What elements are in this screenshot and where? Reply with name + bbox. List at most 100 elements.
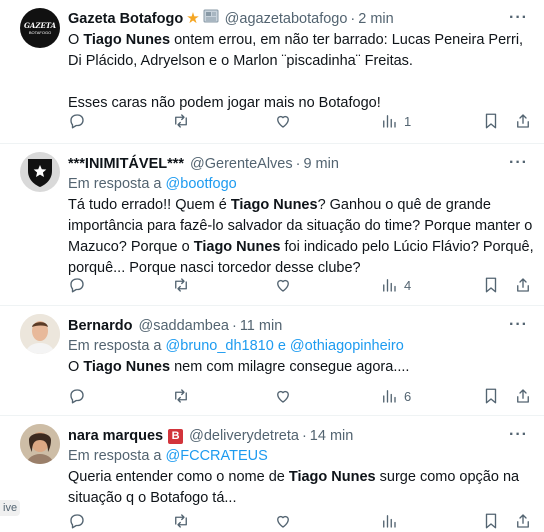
action-bar: 4 <box>68 276 534 296</box>
author-handle[interactable]: @GerenteAlves <box>190 154 293 174</box>
views-button[interactable]: 6 <box>380 387 411 405</box>
timestamp[interactable]: 9 min <box>303 154 338 174</box>
bookmark-button[interactable] <box>482 512 500 530</box>
highlighted-term: Tiago Nunes <box>230 197 318 213</box>
author-name[interactable]: nara marques <box>68 426 163 446</box>
retweet-button[interactable] <box>172 387 190 405</box>
author-name[interactable]: Bernardo <box>68 316 132 336</box>
share-button[interactable] <box>514 387 532 405</box>
bookmark-button[interactable] <box>482 112 500 130</box>
tweet-gazeta-botafogo[interactable]: GAZETA BOTAFOGO Gazeta Botafogo ★ @agaze… <box>0 0 544 144</box>
tweet-paragraph: O Tiago Nunes nem com milagre consegue a… <box>68 357 534 378</box>
separator-dot: · <box>350 11 356 27</box>
more-options-icon[interactable]: ··· <box>509 316 528 334</box>
timestamp[interactable]: 2 min <box>358 9 393 29</box>
retweet-button[interactable] <box>172 512 190 530</box>
tweet-nara-marques[interactable]: nara marques B @deliverydetreta · 14 min… <box>0 416 544 529</box>
views-button[interactable] <box>380 512 398 530</box>
reply-prefix: Em resposta a <box>68 176 162 192</box>
tweet-inimitavel[interactable]: ***INIMITÁVEL*** @GerenteAlves · 9 min ·… <box>0 144 544 306</box>
tweet-text: Tá tudo errado!! Quem é Tiago Nunes? Gan… <box>68 195 534 279</box>
reply-button[interactable] <box>68 112 86 130</box>
retweet-button[interactable] <box>172 276 190 294</box>
more-options-icon[interactable]: ··· <box>509 426 528 444</box>
tweet-bernardo[interactable]: Bernardo @saddambea · 11 min ··· Em resp… <box>0 306 544 416</box>
text-segment: Queria entender como o nome de <box>68 469 289 485</box>
share-button[interactable] <box>514 512 532 530</box>
author-name[interactable]: ***INIMITÁVEL*** <box>68 154 184 174</box>
highlighted-term: Tiago Nunes <box>193 239 281 255</box>
timestamp[interactable]: 11 min <box>240 316 282 336</box>
author-name[interactable]: Gazeta Botafogo <box>68 9 183 29</box>
tweet-paragraph: Tá tudo errado!! Quem é Tiago Nunes? Gan… <box>68 195 534 279</box>
reply-context: Em resposta a @bruno_dh1810 e @othiagopi… <box>68 336 404 356</box>
retweet-button[interactable] <box>172 112 190 130</box>
views-icon <box>383 115 396 128</box>
share-button[interactable] <box>514 276 532 294</box>
views-icon <box>383 279 396 292</box>
bookmark-button[interactable] <box>482 276 500 294</box>
botafogo-shield-icon <box>28 159 52 187</box>
like-button[interactable] <box>274 512 292 530</box>
avatar[interactable] <box>20 424 60 464</box>
action-bar: 6 <box>68 387 534 407</box>
reply-context: Em resposta a @bootfogo <box>68 174 237 194</box>
reply-button[interactable] <box>68 276 86 294</box>
text-segment: nem com milagre consegue agora.... <box>170 359 410 375</box>
timestamp[interactable]: 14 min <box>310 426 354 446</box>
edge-tab-label[interactable]: ive <box>0 500 21 516</box>
tweet-text: O Tiago Nunes nem com milagre consegue a… <box>68 357 534 378</box>
like-icon <box>277 515 289 528</box>
author-handle[interactable]: @agazetabotafogo <box>225 9 348 29</box>
highlighted-term: Tiago Nunes <box>83 32 171 48</box>
share-button[interactable] <box>514 112 532 130</box>
action-bar: 1 <box>68 112 534 132</box>
text-segment: O <box>68 32 84 48</box>
tweet-text: Queria entender como o nome de Tiago Nun… <box>68 467 534 509</box>
more-options-icon[interactable]: ··· <box>509 154 528 172</box>
views-button[interactable]: 1 <box>380 112 411 130</box>
reply-to-link[interactable]: @bruno_dh1810 e @othiagopinheiro <box>166 338 404 354</box>
reply-to-link[interactable]: @FCCRATEUS <box>166 448 268 464</box>
bookmark-icon <box>485 513 497 529</box>
avatar[interactable]: GAZETA BOTAFOGO <box>20 8 60 48</box>
reply-prefix: Em resposta a <box>68 338 162 354</box>
like-icon <box>277 390 289 403</box>
reply-icon <box>70 514 84 529</box>
like-button[interactable] <box>274 276 292 294</box>
like-button[interactable] <box>274 387 292 405</box>
highlighted-term: Tiago Nunes <box>83 359 171 375</box>
avatar-logo-text: GAZETA <box>23 20 57 30</box>
reply-icon <box>70 278 84 293</box>
retweet-icon <box>175 514 187 528</box>
reply-button[interactable] <box>68 387 86 405</box>
avatar[interactable] <box>20 314 60 354</box>
views-icon <box>383 390 396 403</box>
separator-dot: · <box>295 156 301 172</box>
avatar[interactable] <box>20 152 60 192</box>
reply-prefix: Em resposta a <box>68 448 162 464</box>
like-button[interactable] <box>274 112 292 130</box>
reply-icon <box>70 389 84 404</box>
tweet-paragraph: Queria entender como o nome de Tiago Nun… <box>68 467 534 509</box>
bookmark-icon <box>485 277 497 293</box>
newspaper-icon <box>203 9 219 29</box>
tweet-paragraph: Esses caras não podem jogar mais no Bota… <box>68 95 381 111</box>
bookmark-icon <box>485 113 497 129</box>
person-photo-icon <box>20 424 60 464</box>
person-photo-icon <box>20 314 60 354</box>
reply-button[interactable] <box>68 512 86 530</box>
more-options-icon[interactable]: ··· <box>509 9 528 27</box>
share-icon <box>517 114 529 128</box>
action-bar <box>68 512 534 532</box>
retweet-icon <box>175 114 187 128</box>
retweet-icon <box>175 389 187 403</box>
tweet-paragraph: O Tiago Nunes ontem errou, em não ter ba… <box>68 30 534 72</box>
author-handle[interactable]: @deliverydetreta <box>189 426 299 446</box>
author-handle[interactable]: @saddambea <box>138 316 229 336</box>
views-button[interactable]: 4 <box>380 276 411 294</box>
share-icon <box>517 278 529 292</box>
views-count: 6 <box>404 388 412 404</box>
bookmark-button[interactable] <box>482 387 500 405</box>
reply-to-link[interactable]: @bootfogo <box>166 176 237 192</box>
